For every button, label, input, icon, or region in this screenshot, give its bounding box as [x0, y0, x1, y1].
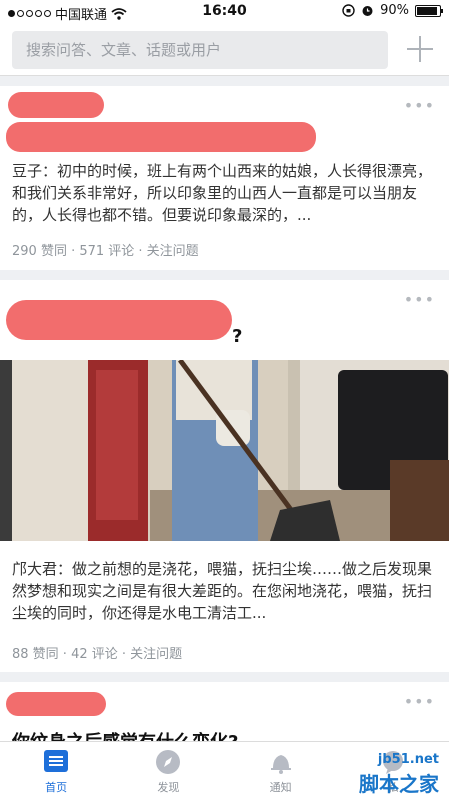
tab-discover[interactable]: 发现: [112, 742, 224, 800]
home-icon: [44, 750, 69, 772]
answer-excerpt[interactable]: 邝大君：做之前想的是浇花，喂猫，抚扫尘埃……做之后发现果然梦想和现实之间是有很大…: [12, 558, 435, 624]
rotation-lock-icon: [342, 4, 355, 17]
battery-icon: [415, 4, 443, 17]
plus-icon[interactable]: [407, 36, 433, 62]
feed-card[interactable]: ? ••• 邝大君：做之前想的是浇花，喂猫，抚扫尘埃……做之后发现果然梦想和现实…: [0, 280, 449, 672]
compass-icon: [156, 750, 181, 774]
answer-meta: 88 赞同 · 42 评论 · 关注问题: [12, 647, 183, 662]
question-title[interactable]: ?: [232, 326, 242, 347]
more-icon[interactable]: •••: [404, 290, 435, 309]
tab-bar: 首页 发现 通知 私 jb51.net 脚本之家: [0, 741, 449, 800]
alarm-icon: [362, 6, 373, 16]
redacted-source: [8, 92, 104, 118]
search-header: 搜索问答、文章、话题或用户: [0, 24, 449, 76]
redacted-title: [6, 122, 316, 152]
battery-percent: 90%: [380, 3, 409, 18]
status-bar: 中国联通 16:40 90%: [0, 0, 449, 24]
tab-discover-label: 发现: [157, 781, 180, 794]
watermark: jb51.net 脚本之家: [283, 752, 443, 796]
photo-illustration: [0, 360, 449, 541]
answer-excerpt[interactable]: 豆子：初中的时候，班上有两个山西来的姑娘，人长得很漂亮，和我们关系非常好，所以印…: [12, 160, 435, 226]
tab-home-label: 首页: [45, 781, 68, 794]
answer-meta: 290 赞同 · 571 评论 · 关注问题: [12, 244, 199, 259]
tab-home[interactable]: 首页: [0, 742, 112, 800]
answer-photo[interactable]: [0, 360, 449, 541]
more-icon[interactable]: •••: [404, 96, 435, 115]
feed-card[interactable]: ••• 你纹身之后感觉有什么变化?: [0, 682, 449, 753]
status-right: 90%: [342, 3, 443, 18]
search-input[interactable]: 搜索问答、文章、话题或用户: [12, 31, 388, 69]
redacted-title: [6, 300, 232, 340]
watermark-site: jb51.net: [377, 752, 439, 767]
more-icon[interactable]: •••: [404, 692, 435, 711]
feed-card[interactable]: ••• 豆子：初中的时候，班上有两个山西来的姑娘，人长得很漂亮，和我们关系非常好…: [0, 86, 449, 270]
watermark-name: 脚本之家: [359, 772, 439, 796]
redacted-source: [6, 692, 106, 716]
